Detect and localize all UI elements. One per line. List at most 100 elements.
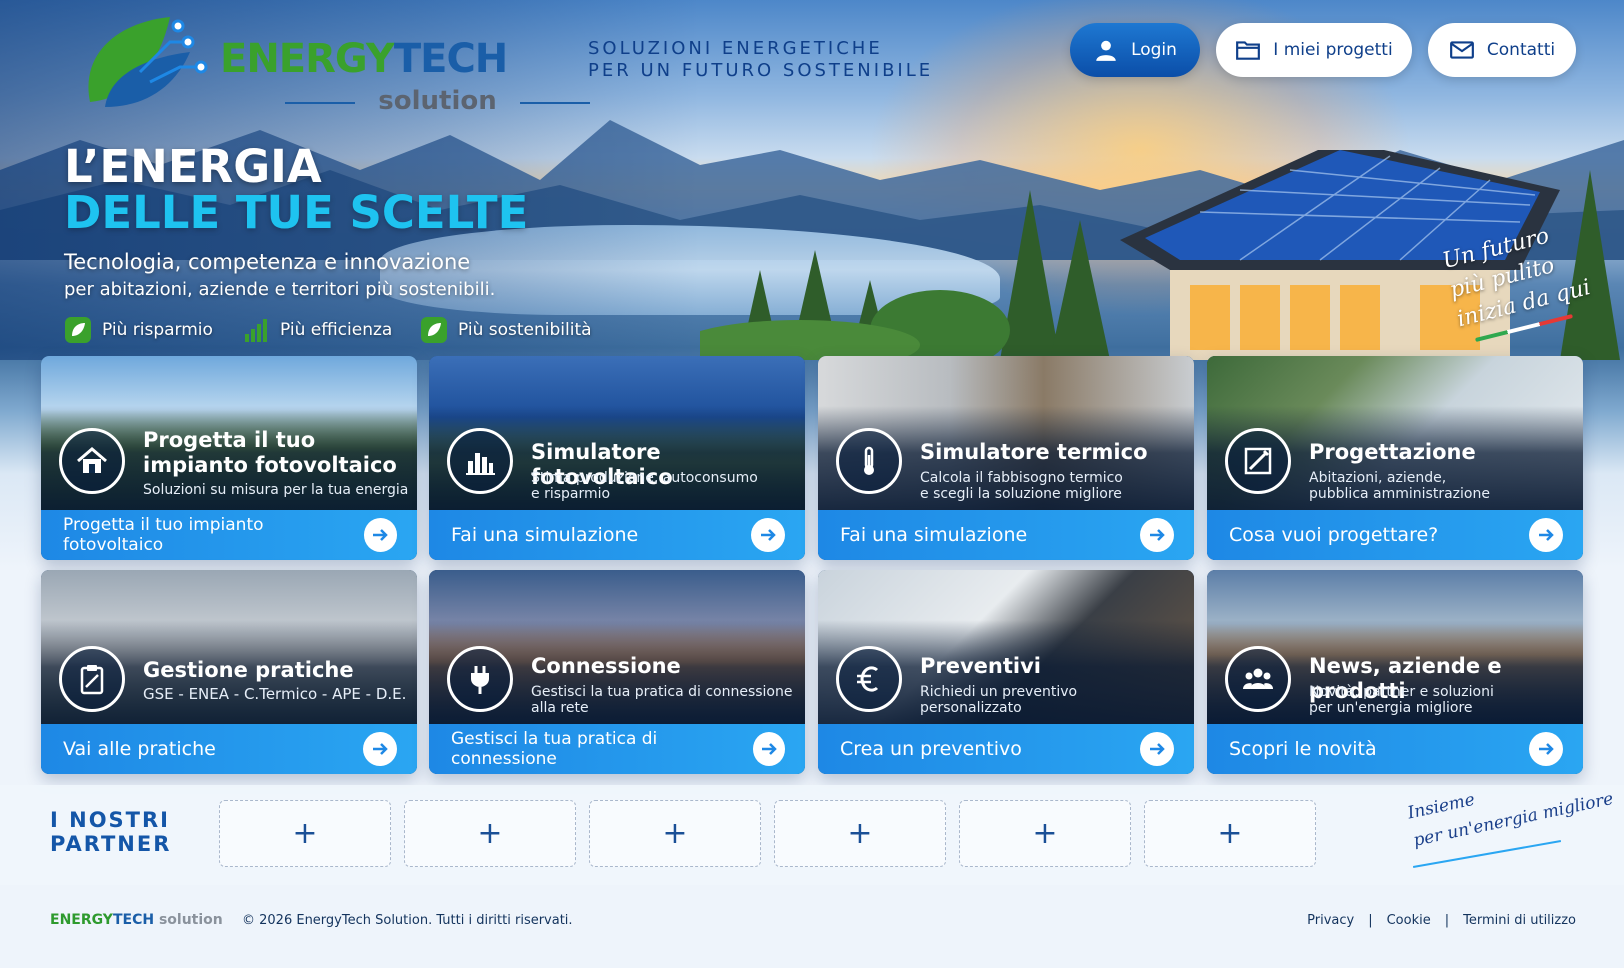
my-projects-label: I miei progetti [1273,40,1393,60]
home-icon-glyph [77,447,107,473]
login-button[interactable]: Login [1070,23,1200,77]
signal-bars-icon [245,319,267,342]
card-subtitle: Stima produzione, autoconsumo e risparmi… [531,470,758,502]
card-title: Gestione pratiche [143,658,354,682]
card-cta-label: Fai una simulazione [840,524,1028,546]
clipboard-icon [59,646,125,712]
card-cta-bar[interactable]: Fai una simulazione [429,510,805,560]
card-subtitle-line-1: Novità, partner e soluzioni [1309,684,1494,700]
card-subtitle-line-2: per un'energia migliore [1309,700,1473,716]
card-title: Progettazione [1309,440,1476,464]
group-icon-glyph [1243,668,1273,689]
thermometer-icon-glyph [864,446,874,475]
arrow-right-icon[interactable] [363,732,397,766]
plug-icon-glyph [471,666,489,694]
feature-efficiency: Più efficienza [242,316,392,344]
card-cta-bar[interactable]: Gestisci la tua pratica di connessione [429,724,805,774]
partner-slot[interactable]: + [1144,800,1316,867]
partner-slot[interactable]: + [219,800,391,867]
tagline-line-2: PER UN FUTURO SOSTENIBILE [588,60,934,81]
arrow-right-icon[interactable] [1140,732,1174,766]
card-cta-bar[interactable]: Cosa vuoi progettare? [1207,510,1583,560]
contacts-label: Contatti [1486,40,1556,60]
arrow-right-icon[interactable] [363,518,397,552]
card-title-line-1: Progetta il tuo [143,428,316,452]
card-subtitle-line-2: pubblica amministrazione [1309,486,1490,502]
clipboard-icon-glyph [80,665,104,695]
card-subtitle-line-1: Calcola il fabbisogno termico [920,470,1123,486]
card-title-line-2: impianto fotovoltaico [143,453,397,477]
feature-efficiency-label: Più efficienza [280,320,393,340]
card-thermal-simulator[interactable]: Simulatore termico Calcola il fabbisogno… [818,356,1194,560]
card-subtitle: Richiedi un preventivo personalizzato [920,684,1077,716]
plug-icon [447,646,513,712]
feature-sustainability-label: Più sostenibilità [458,320,592,340]
card-photovoltaic-design[interactable]: Progetta il tuo impianto fotovoltaico So… [41,356,417,560]
feature-sustainability: Più sostenibilità [420,316,592,344]
card-quotes[interactable]: Preventivi Richiedi un preventivo person… [818,570,1194,774]
home-icon [59,428,125,494]
cookie-link[interactable]: Cookie [1387,913,1431,928]
arrow-right-icon[interactable] [752,732,785,766]
card-subtitle-line-2: e scegli la soluzione migliore [920,486,1122,502]
bar-chart-icon-glyph [466,453,495,475]
hero-title-line-2: DELLE TUE SCELTE [64,186,529,239]
card-cta-bar[interactable]: Progetta il tuo impianto fotovoltaico [41,510,417,560]
card-pv-simulator[interactable]: Simulatore fotovoltaico Stima produzione… [429,356,805,560]
footer-separator: | [1368,913,1373,928]
card-cta-bar[interactable]: Scopri le novità [1207,724,1583,774]
footer-copyright: © 2026 EnergyTech Solution. Tutti i diri… [242,913,573,928]
partners-title-line-1: I NOSTRI [50,808,170,832]
card-connection[interactable]: Connessione Gestisci la tua pratica di c… [429,570,805,774]
terms-link[interactable]: Termini di utilizzo [1463,913,1576,928]
logo-wordmark: ENERGYTECH [220,36,508,82]
partners-title-line-2: PARTNER [50,832,172,856]
privacy-link[interactable]: Privacy [1307,913,1354,928]
card-subtitle: GSE - ENEA - C.Termico - APE - D.E. [143,685,407,703]
partner-slot[interactable]: + [959,800,1131,867]
folder-icon [1236,41,1261,60]
card-subtitle-line-1: Richiedi un preventivo [920,684,1078,700]
card-title: Simulatore termico [920,440,1148,464]
thermometer-icon [836,428,902,494]
card-subtitle-line-2: e risparmio [531,486,611,502]
card-cta-bar[interactable]: Crea un preventivo [818,724,1194,774]
header-tagline: SOLUZIONI ENERGETICHE PER UN FUTURO SOST… [588,38,948,82]
card-cta-bar[interactable]: Vai alle pratiche [41,724,417,774]
card-cta-label: Fai una simulazione [451,524,639,546]
footer-links: Privacy | Cookie | Termini di utilizzo [1307,913,1576,928]
hero-subtitle-line-2: per abitazioni, aziende e territori più … [64,279,496,300]
mail-icon [1449,41,1474,59]
partner-slot[interactable]: + [589,800,761,867]
card-title: Preventivi [920,654,1041,678]
card-title: Connessione [531,654,681,678]
card-subtitle: Abitazioni, aziende, pubblica amministra… [1309,470,1490,502]
card-subtitle: Soluzioni su misura per la tua energia [143,482,409,498]
logo-subtitle: solution [285,86,590,116]
arrow-right-icon[interactable] [751,518,785,552]
partner-slot[interactable]: + [774,800,946,867]
my-projects-button[interactable]: I miei progetti [1216,23,1412,77]
leaf-badge-icon [65,317,91,343]
brand-logo[interactable]: ENERGYTECH solution [80,12,590,116]
arrow-right-icon[interactable] [1529,518,1563,552]
card-subtitle-line-2: personalizzato [920,700,1022,716]
brand-part-3: solution [158,912,223,928]
partner-slot[interactable]: + [404,800,576,867]
contacts-button[interactable]: Contatti [1428,23,1576,77]
hero-subtitle-line-1: Tecnologia, competenza e innovazione [64,250,471,274]
arrow-right-icon[interactable] [1529,732,1563,766]
arrow-right-icon[interactable] [1140,518,1174,552]
card-design[interactable]: Progettazione Abitazioni, aziende, pubbl… [1207,356,1583,560]
card-subtitle-line-1: Gestisci la tua pratica di connessione [531,684,793,700]
leaf-badge-icon [421,317,447,343]
euro-icon [836,646,902,712]
card-cta-label: Cosa vuoi progettare? [1229,524,1439,546]
partners-title: I NOSTRI PARTNER [50,808,171,856]
card-paperwork[interactable]: Gestione pratiche GSE - ENEA - C.Termico… [41,570,417,774]
card-news[interactable]: News, aziende e prodotti Novità, partner… [1207,570,1583,774]
card-cta-bar[interactable]: Fai una simulazione [818,510,1194,560]
card-title: Progetta il tuo impianto fotovoltaico [143,428,397,478]
card-subtitle: Gestisci la tua pratica di connessione a… [531,684,792,716]
card-subtitle-line-1: Stima produzione, autoconsumo [531,470,758,486]
